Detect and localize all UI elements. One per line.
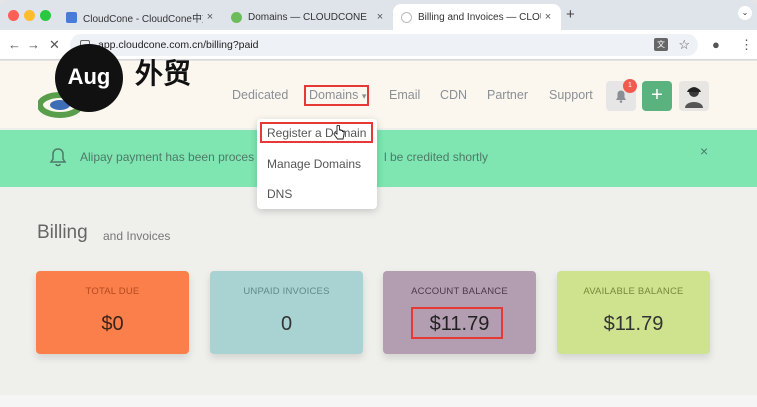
card-label: UNPAID INVOICES	[243, 286, 330, 297]
notification-badge: 1	[623, 79, 637, 93]
back-arrow-icon[interactable]: ←	[8, 37, 21, 52]
translate-icon[interactable]: 文	[654, 38, 668, 51]
stop-loading-icon[interactable]: ✕	[49, 37, 60, 53]
card-label: AVAILABLE BALANCE	[583, 286, 684, 297]
tab-close-icon[interactable]: ×	[203, 11, 217, 23]
loading-spinner-icon	[401, 11, 412, 23]
maximize-window-button[interactable]	[40, 10, 51, 21]
browser-tab-bar: CloudCone - CloudCone中文网 × Domains — CLO…	[0, 0, 757, 30]
unpaid-invoices-card[interactable]: UNPAID INVOICES 0	[210, 271, 363, 354]
nav-partner[interactable]: Partner	[487, 88, 528, 102]
cloudcone-favicon-icon	[66, 11, 77, 23]
tab-title: Billing and Invoices — CLOUDCONE	[418, 11, 541, 23]
page-subtitle: and Invoices	[103, 229, 171, 243]
tab-close-icon[interactable]: ×	[541, 11, 555, 23]
card-value: 0	[280, 313, 293, 335]
add-button[interactable]: +	[642, 81, 672, 111]
hand-cursor-icon	[333, 125, 345, 140]
menu-item-dns[interactable]: DNS	[267, 187, 292, 201]
payment-alert: Alipay payment has been proces l be cred…	[0, 130, 757, 187]
nav-domains[interactable]: Domains ▾	[304, 85, 369, 106]
page-content: Dedicated Domains ▾ Email CDN Partner Su…	[0, 61, 757, 407]
card-label: ACCOUNT BALANCE	[411, 286, 508, 297]
close-icon[interactable]: ×	[700, 143, 708, 159]
new-tab-button[interactable]: +	[566, 6, 575, 23]
forward-arrow-icon[interactable]: →	[27, 37, 40, 52]
alert-message-start: Alipay payment has been proces	[80, 150, 255, 164]
menu-item-register-domain[interactable]: Register a Domain	[267, 126, 366, 140]
watermark-badge: Aug	[55, 44, 123, 112]
page-title: Billing	[37, 222, 88, 243]
browser-menu-icon[interactable]: ⋮	[740, 37, 753, 53]
card-value: $0	[101, 313, 124, 335]
domains-dropdown-menu: Register a Domain Manage Domains DNS	[257, 119, 377, 209]
domains-favicon-icon	[231, 11, 242, 23]
nav-dedicated[interactable]: Dedicated	[232, 88, 288, 102]
chevron-down-icon: ▾	[361, 91, 367, 101]
available-balance-card[interactable]: AVAILABLE BALANCE $11.79	[557, 271, 710, 354]
profile-icon[interactable]: ●	[712, 37, 720, 52]
nav-support[interactable]: Support	[549, 88, 593, 102]
tab-title: CloudCone - CloudCone中文网	[83, 13, 203, 25]
card-value: $11.79	[603, 313, 664, 335]
account-balance-card[interactable]: ACCOUNT BALANCE $11.79	[383, 271, 536, 354]
tab-close-icon[interactable]: ×	[373, 11, 387, 23]
nav-email[interactable]: Email	[389, 88, 420, 102]
tab-title: Domains — CLOUDCONE	[248, 11, 367, 23]
browser-tab-domains[interactable]: Domains — CLOUDCONE ×	[223, 4, 393, 30]
close-window-button[interactable]	[8, 10, 19, 21]
watermark-text: 外贸	[135, 58, 192, 89]
card-value: $11.79	[429, 313, 490, 335]
alert-message-end: l be credited shortly	[384, 150, 489, 164]
star-icon[interactable]: ☆	[678, 37, 690, 53]
total-due-card[interactable]: TOTAL DUE $0	[36, 271, 189, 354]
url-text[interactable]: app.cloudcone.com.cn/billing?paid	[98, 39, 259, 51]
browser-tab-billing[interactable]: Billing and Invoices — CLOUDCONE ×	[393, 4, 561, 30]
tab-search-icon[interactable]: ⌄	[738, 6, 752, 20]
nav-cdn[interactable]: CDN	[440, 88, 467, 102]
card-label: TOTAL DUE	[85, 286, 140, 297]
nav-domains-label: Domains	[309, 88, 359, 102]
bell-icon	[49, 148, 67, 167]
user-avatar-icon	[685, 87, 703, 108]
browser-tab-cloudcone[interactable]: CloudCone - CloudCone中文网 ×	[58, 4, 223, 30]
menu-item-manage-domains[interactable]: Manage Domains	[267, 157, 361, 171]
minimize-window-button[interactable]	[24, 10, 35, 21]
window-bottom-edge	[0, 395, 757, 407]
avatar[interactable]	[679, 81, 709, 111]
